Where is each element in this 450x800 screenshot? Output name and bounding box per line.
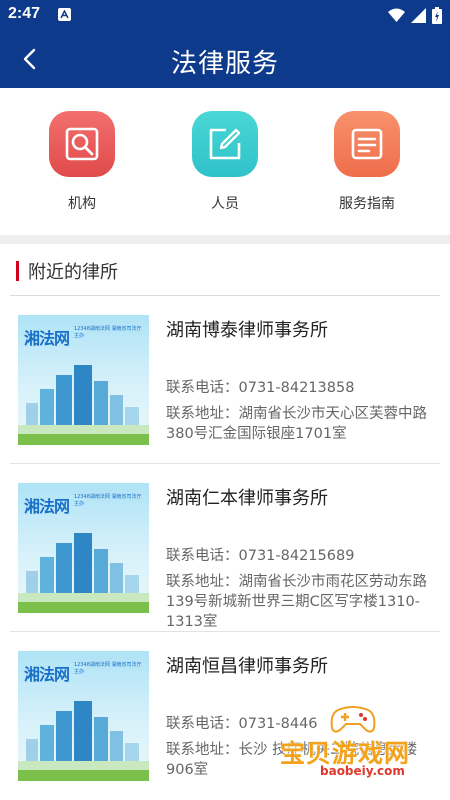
firm-phone: 联系电话：0731-84213858 [166, 380, 355, 396]
list-item[interactable]: 湘法网 12348湖南法网 湖南省司法厅主办 湖南博泰律师事务所 联系电话：07… [0, 296, 450, 464]
search-document-icon [49, 111, 115, 177]
status-time: 2:47 [8, 5, 41, 22]
list-item[interactable]: 湘法网 12348湖南法网 湖南省司法厅主办 湖南恒昌律师事务所 联系电话：07… [0, 632, 450, 800]
firm-name: 湖南博泰律师事务所 [166, 320, 328, 341]
wifi-icon [388, 8, 405, 22]
firm-phone: 联系电话：0731-8446 [166, 716, 318, 732]
firm-name: 湖南仁本律师事务所 [166, 488, 328, 509]
shortcut-institutions[interactable]: 机构 [32, 111, 132, 213]
shortcut-service-guide[interactable]: 服务指南 [317, 111, 417, 213]
shortcut-label: 服务指南 [339, 196, 395, 212]
firm-phone: 联系电话：0731-84215689 [166, 548, 355, 564]
city-skyline-illustration [18, 365, 149, 445]
battery-icon [432, 6, 442, 24]
firm-address: 联系地址：湖南省长沙市天心区芙蓉中路380号汇金国际银座1701室 [166, 406, 427, 442]
firm-list: 湘法网 12348湖南法网 湖南省司法厅主办 湖南博泰律师事务所 联系电话：07… [0, 296, 450, 800]
firm-name: 湖南恒昌律师事务所 [166, 656, 328, 677]
firm-thumbnail: 湘法网 12348湖南法网 湖南省司法厅主办 [18, 651, 149, 781]
city-skyline-illustration [18, 701, 149, 781]
shortcut-label: 机构 [68, 196, 96, 212]
nearby-firms-header: 附近的律所 [0, 244, 450, 296]
section-divider [0, 235, 450, 244]
status-bar: 2:47 [0, 0, 450, 30]
shortcut-label: 人员 [211, 196, 239, 212]
section-accent-bar [16, 261, 19, 281]
status-indicators [388, 6, 442, 24]
service-shortcuts: 机构 人员 服务指南 [0, 88, 450, 235]
thumbnail-tagline: 12348湖南法网 湖南省司法厅主办 [74, 494, 142, 507]
page-title: 法律服务 [170, 49, 279, 79]
app-header: 法律服务 [0, 30, 450, 88]
section-title: 附近的律所 [28, 262, 118, 283]
notification-app-icon [58, 8, 71, 21]
firm-address: 联系地址：湖南省长沙市雨花区劳动东路139号新城新世界三期C区写字楼1310-1… [166, 574, 427, 630]
firm-thumbnail: 湘法网 12348湖南法网 湖南省司法厅主办 [18, 315, 149, 445]
city-skyline-illustration [18, 533, 149, 613]
list-item[interactable]: 湘法网 12348湖南法网 湖南省司法厅主办 湖南仁本律师事务所 联系电话：07… [0, 464, 450, 632]
edit-icon [192, 111, 258, 177]
firm-address: 联系地址：长沙 技厅机关二院信息大楼 906室 [166, 742, 418, 778]
firm-thumbnail: 湘法网 12348湖南法网 湖南省司法厅主办 [18, 483, 149, 613]
signal-icon [411, 7, 426, 23]
thumbnail-tagline: 12348湖南法网 湖南省司法厅主办 [74, 662, 142, 675]
thumbnail-tagline: 12348湖南法网 湖南省司法厅主办 [74, 326, 142, 339]
guide-list-icon [334, 111, 400, 177]
shortcut-personnel[interactable]: 人员 [175, 111, 275, 213]
